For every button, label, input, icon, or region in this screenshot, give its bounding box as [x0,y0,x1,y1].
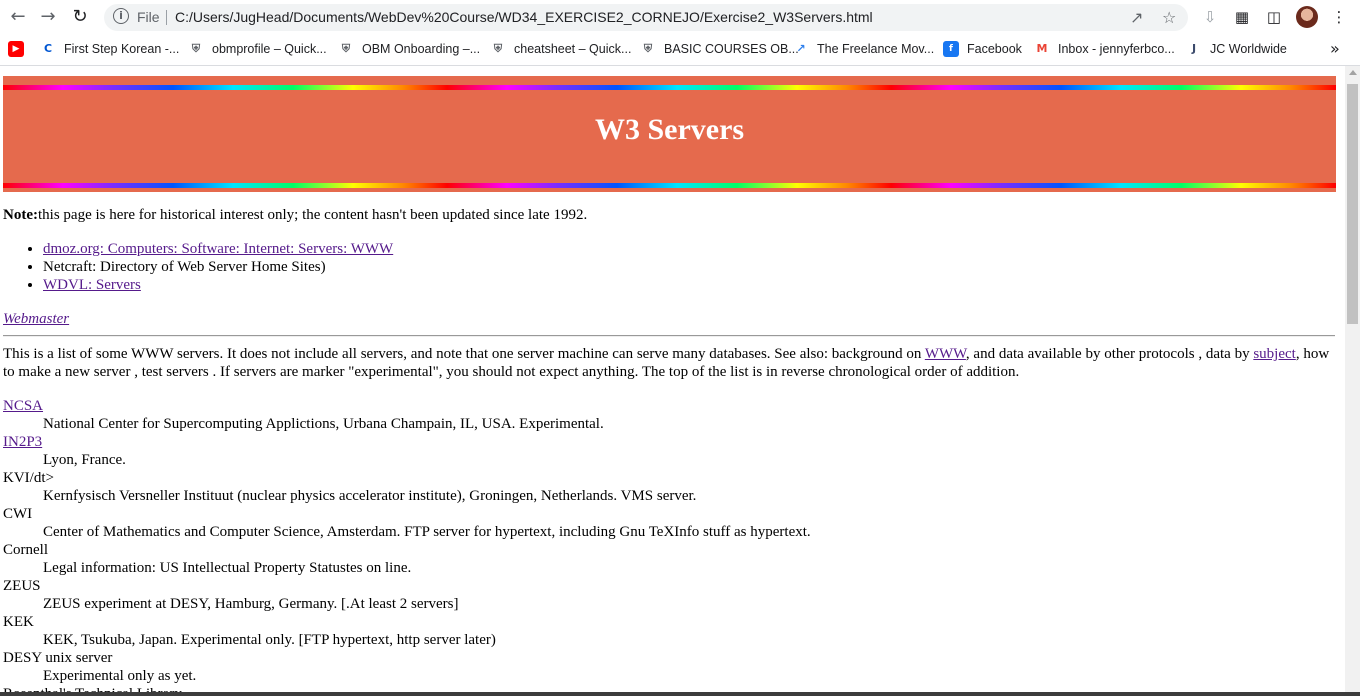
note-paragraph: Note:this page is here for historical in… [3,206,1335,224]
scrollbar-thumb[interactable] [1347,84,1358,324]
note-text: this page is here for historical interes… [37,207,588,223]
server-name: NCSA [3,397,1335,415]
shield-icon: ⛨ [493,42,503,55]
bookmark-item[interactable]: ⛨ cheatsheet – Quick... [490,41,632,57]
server-name: KEK [3,614,34,630]
shield-icon: ⛨ [643,42,653,55]
bookmark-label: JC Worldwide [1210,42,1287,56]
bookmark-label: BASIC COURSES OB... [664,42,799,56]
www-link[interactable]: WWW [925,346,966,362]
bookmark-label: Inbox - jennyferbco... [1058,42,1175,56]
bookmarks-bar: » ▶ C First Step Korean -... ⛨ obmprofile – … [0,35,1360,66]
server-description: National Center for Supercomputing Appli… [43,416,604,432]
links-list: dmoz.org: Computers: Software: Internet:… [3,240,1335,294]
list-item: dmoz.org: Computers: Software: Internet:… [43,240,1335,258]
scheme-label: File [137,9,160,25]
scroll-up-arrow-icon[interactable] [1349,70,1357,75]
bookmark-item[interactable]: ↗ The Freelance Mov... [793,41,934,57]
intro-paragraph: This is a list of some WWW servers. It d… [3,345,1335,381]
subject-link[interactable]: subject [1253,346,1296,362]
forward-arrow-icon[interactable]: → [36,6,60,28]
server-name: DESY unix server [3,650,113,666]
server-description: Center of Mathematics and Computer Scien… [43,524,811,540]
bookmark-label: obmprofile – Quick... [212,42,327,56]
page-header: W3 Servers [3,76,1336,192]
share-icon[interactable]: ↗ [1130,8,1143,27]
side-panel-icon[interactable]: ◫ [1263,6,1285,28]
server-name: KVI/dt> [3,470,54,486]
server-description: KEK, Tsukuba, Japan. Experimental only. … [43,632,496,648]
freelance-icon: ↗ [796,42,806,55]
profile-avatar[interactable] [1296,6,1318,28]
bookmark-item[interactable]: ⛨ obmprofile – Quick... [188,41,327,57]
shield-icon: ⛨ [341,42,351,55]
bookmark-item[interactable]: ▶ [8,41,32,57]
rainbow-divider-bottom [3,183,1336,188]
extensions-puzzle-icon[interactable]: ▦ [1231,6,1253,28]
page-title: W3 Servers [594,113,745,146]
bookmark-item[interactable]: ⛨ BASIC COURSES OB... [640,41,799,57]
server-description: Experimental only as yet. [43,668,197,684]
server-name: CWI [3,506,33,522]
more-bookmarks-icon[interactable]: » [1330,39,1340,58]
resource-link[interactable]: WDVL: Servers [43,277,141,293]
bookmark-item[interactable]: f Facebook [943,41,1022,57]
url-text[interactable]: C:/Users/JugHead/Documents/WebDev%20Cour… [175,9,873,25]
webmaster-line: Webmaster [3,310,1335,328]
server-description: Kernfysisch Versneller Instituut (nuclea… [43,488,697,504]
server-link[interactable]: NCSA [3,398,43,414]
server-name: ZEUS [3,578,41,594]
page-viewport: W3 Servers Note:this page is here for hi… [0,66,1345,692]
window-bottom-edge [0,692,1360,696]
server-description: ZEUS experiment at DESY, Hamburg, German… [43,596,459,612]
server-name: Rosenthal's Technical Library [3,685,1335,692]
download-icon[interactable]: ⇩ [1199,6,1221,28]
reload-icon[interactable]: ↻ [68,6,92,28]
bookmark-star-icon[interactable]: ☆ [1162,8,1176,27]
intro-text-2: , and data available by other protocols … [965,346,1254,362]
page-content: Note:this page is here for historical in… [3,206,1335,692]
resource-link[interactable]: dmoz.org: Computers: Software: Internet:… [43,241,393,257]
bookmark-label: First Step Korean -... [64,42,180,56]
bookmark-item[interactable]: M Inbox - jennyferbco... [1034,41,1175,57]
gmail-icon: M [1036,42,1048,55]
note-label: Note: [3,207,38,223]
vertical-scrollbar[interactable] [1345,66,1360,692]
bookmark-label: OBM Onboarding –... [362,42,481,56]
server-name: Cornell [3,542,48,558]
server-name: IN2P3 [3,433,1335,451]
bookmark-label: The Freelance Mov... [817,42,935,56]
address-bar[interactable]: i File C:/Users/JugHead/Documents/WebDev… [104,4,1188,31]
browser-toolbar: ← → ↻ i File C:/Users/JugHead/Documents/… [0,0,1360,35]
server-description: Legal information: US Intellectual Prope… [43,560,412,576]
youtube-icon: ▶ [8,41,24,57]
facebook-icon: f [943,41,959,57]
back-arrow-icon[interactable]: ← [6,6,30,28]
omnibox-divider [166,10,167,25]
list-item: Netcraft: Directory of Web Server Home S… [43,258,1335,276]
shield-icon: ⛨ [191,42,201,55]
bookmark-label: Facebook [967,42,1022,56]
webmaster-link[interactable]: Webmaster [3,311,69,327]
info-icon[interactable]: i [113,8,129,24]
bookmark-label: cheatsheet – Quick... [514,42,632,56]
server-description: Lyon, France. [43,452,126,468]
server-link[interactable]: IN2P3 [3,434,42,450]
jc-icon: J [1191,42,1197,55]
resource-text: Netcraft: Directory of Web Server Home S… [43,259,326,275]
bookmark-item[interactable]: ⛨ OBM Onboarding –... [338,41,480,57]
bookmark-item[interactable]: C First Step Korean -... [40,41,179,57]
rainbow-divider-top [3,85,1336,90]
coursera-icon: C [43,42,53,55]
list-item: WDVL: Servers [43,276,1335,294]
divider [3,335,1335,337]
intro-text-1: This is a list of some WWW servers. It d… [3,346,925,362]
server-list: NCSA National Center for Supercomputing A… [3,397,1335,692]
bookmark-item[interactable]: J JC Worldwide [1186,41,1287,57]
more-menu-icon[interactable]: ⋮ [1328,6,1350,28]
